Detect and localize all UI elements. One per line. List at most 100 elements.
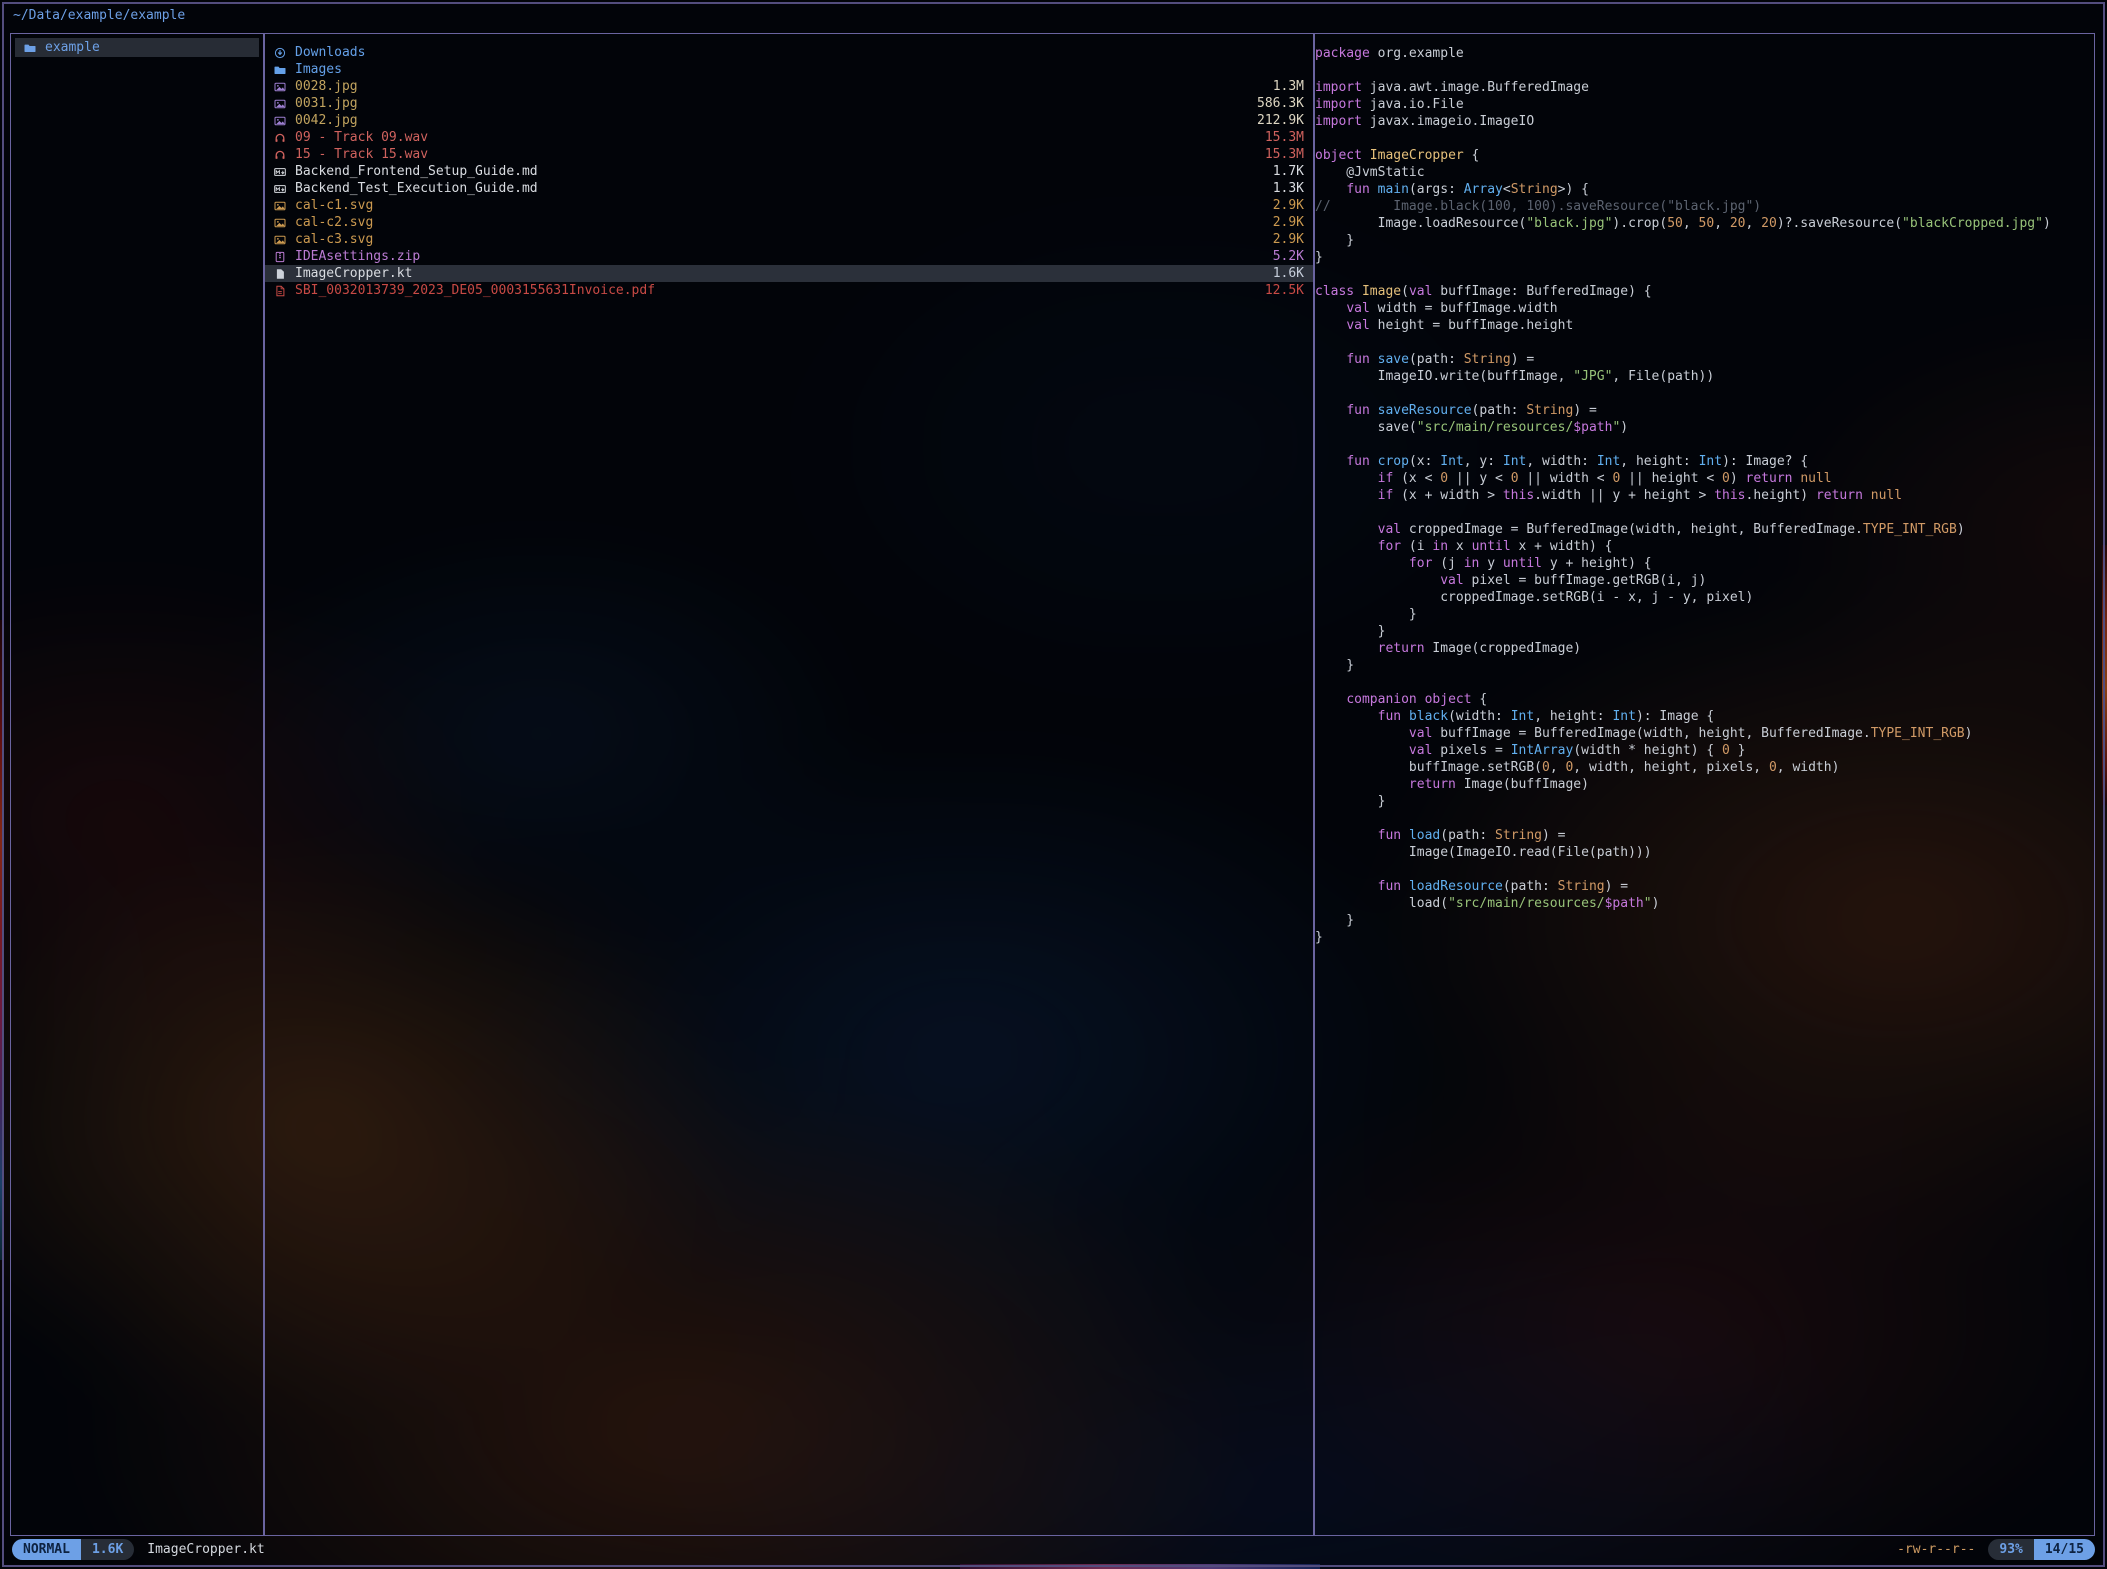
code-line: fun loadResource(path: String) =	[1315, 878, 2091, 895]
current-path-breadcrumb: ~/Data/example/example	[13, 8, 185, 23]
file-size-badge: 1.6K	[81, 1539, 134, 1560]
code-line: fun main(args: Array<String>) {	[1315, 181, 2091, 198]
file-name: 0042.jpg	[295, 113, 358, 128]
code-line	[1315, 861, 2091, 878]
file-list-pane: Downloads Images0028.jpg1.3M0031.jpg586.3…	[265, 44, 1313, 1531]
file-size: 1.3K	[1273, 181, 1304, 196]
code-line: ImageIO.write(buffImage, "JPG", File(pat…	[1315, 368, 2091, 385]
file-row[interactable]: 0042.jpg 212.9K	[265, 112, 1313, 129]
code-line	[1315, 266, 2091, 283]
file-name: IDEAsettings.zip	[295, 249, 420, 264]
file-name: cal-c1.svg	[295, 198, 373, 213]
code-line: fun load(path: String) =	[1315, 827, 2091, 844]
file-name: cal-c3.svg	[295, 232, 373, 247]
code-line: buffImage.setRGB(0, 0, width, height, pi…	[1315, 759, 2091, 776]
file-name: Downloads	[295, 45, 365, 60]
file-row[interactable]: 15 - Track 15.wav 15.3M	[265, 146, 1313, 163]
file-row[interactable]: 0028.jpg1.3M	[265, 78, 1313, 95]
code-line: return Image(croppedImage)	[1315, 640, 2091, 657]
folder-icon	[24, 42, 39, 54]
code-line: }	[1315, 623, 2091, 640]
code-line: fun saveResource(path: String) =	[1315, 402, 2091, 419]
code-line: val width = buffImage.width	[1315, 300, 2091, 317]
file-size: 15.3M	[1265, 130, 1304, 145]
code-line	[1315, 385, 2091, 402]
code-line: @JvmStatic	[1315, 164, 2091, 181]
file-row[interactable]: ImageCropper.kt1.6K	[265, 265, 1313, 282]
file-row[interactable]: IDEAsettings.zip 5.2K	[265, 248, 1313, 265]
cursor-position-badge: 14/15	[2034, 1539, 2095, 1560]
parent-dir-item[interactable]: example	[15, 38, 259, 57]
image-icon	[274, 115, 289, 127]
code-line: import javax.imageio.ImageIO	[1315, 113, 2091, 130]
mode-badge: NORMAL	[12, 1539, 81, 1560]
file-size: 2.9K	[1273, 232, 1304, 247]
code-line: import java.awt.image.BufferedImage	[1315, 79, 2091, 96]
code-line: val height = buffImage.height	[1315, 317, 2091, 334]
status-bar: NORMAL 1.6K ImageCropper.kt -rw-r--r-- 9…	[12, 1539, 2095, 1560]
image-icon	[274, 98, 289, 110]
file-size: 5.2K	[1273, 249, 1304, 264]
code-line: croppedImage.setRGB(i - x, j - y, pixel)	[1315, 589, 2091, 606]
code-line: if (x + width > this.width || y + height…	[1315, 487, 2091, 504]
parent-dir-name: example	[45, 40, 100, 55]
file-row[interactable]: cal-c2.svg2.9K	[265, 214, 1313, 231]
file-name: Backend_Frontend_Setup_Guide.md	[295, 164, 538, 179]
file-row[interactable]: SBI_0032013739_2023_DE05_0003155631Invoi…	[265, 282, 1313, 299]
code-line	[1315, 504, 2091, 521]
scroll-percent-badge: 93%	[1988, 1539, 2033, 1560]
file-name: 15 - Track 15.wav	[295, 147, 428, 162]
code-line: }	[1315, 793, 2091, 810]
file-row[interactable]: 09 - Track 09.wav15.3M	[265, 129, 1313, 146]
code-line: package org.example	[1315, 45, 2091, 62]
code-line: for (j in y until y + height) {	[1315, 555, 2091, 572]
markdown-icon	[274, 183, 289, 195]
code-line	[1315, 334, 2091, 351]
archive-icon	[274, 251, 289, 263]
file-row[interactable]: cal-c3.svg 2.9K	[265, 231, 1313, 248]
code-line	[1315, 130, 2091, 147]
code-line: import java.io.File	[1315, 96, 2091, 113]
code-line	[1315, 674, 2091, 691]
audio-icon	[274, 149, 289, 161]
file-preview-pane: package org.example import java.awt.image…	[1315, 45, 2091, 1532]
file-name: Backend_Test_Execution_Guide.md	[295, 181, 538, 196]
code-line: val buffImage = BufferedImage(width, hei…	[1315, 725, 2091, 742]
download-icon	[274, 47, 289, 59]
image-icon	[274, 200, 289, 212]
code-line: class Image(val buffImage: BufferedImage…	[1315, 283, 2091, 300]
code-line: }	[1315, 929, 2091, 946]
code-line: return Image(buffImage)	[1315, 776, 2091, 793]
file-name: SBI_0032013739_2023_DE05_0003155631Invoi…	[295, 283, 655, 298]
code-line: Image.loadResource("black.jpg").crop(50,…	[1315, 215, 2091, 232]
code-line: }	[1315, 249, 2091, 266]
status-bar-left: NORMAL 1.6K ImageCropper.kt	[12, 1539, 265, 1560]
status-bar-right: -rw-r--r-- 93% 14/15	[1897, 1539, 2095, 1560]
code-line: }	[1315, 657, 2091, 674]
code-line: // Image.black(100, 100).saveResource("b…	[1315, 198, 2091, 215]
code-line: }	[1315, 606, 2091, 623]
code-line: fun save(path: String) =	[1315, 351, 2091, 368]
image-icon	[274, 81, 289, 93]
code-line: save("src/main/resources/$path")	[1315, 419, 2091, 436]
code-line: fun black(width: Int, height: Int): Imag…	[1315, 708, 2091, 725]
file-row[interactable]: cal-c1.svg2.9K	[265, 197, 1313, 214]
file-size: 2.9K	[1273, 215, 1304, 230]
code-line: }	[1315, 912, 2091, 929]
file-row[interactable]: Downloads	[265, 44, 1313, 61]
image-icon	[274, 234, 289, 246]
file-row[interactable]: Backend_Frontend_Setup_Guide.md1.7K	[265, 163, 1313, 180]
file-row[interactable]: Images	[265, 61, 1313, 78]
parent-directory-pane: example	[11, 34, 263, 1535]
file-permissions: -rw-r--r--	[1897, 1542, 1975, 1557]
file-size: 15.3M	[1265, 147, 1304, 162]
file-size: 212.9K	[1257, 113, 1304, 128]
file-name: Images	[295, 62, 342, 77]
file-size: 1.6K	[1273, 266, 1304, 281]
image-icon	[274, 217, 289, 229]
code-line: val pixel = buffImage.getRGB(i, j)	[1315, 572, 2091, 589]
code-line	[1315, 436, 2091, 453]
code-line	[1315, 62, 2091, 79]
file-row[interactable]: 0031.jpg586.3K	[265, 95, 1313, 112]
file-row[interactable]: Backend_Test_Execution_Guide.md 1.3K	[265, 180, 1313, 197]
